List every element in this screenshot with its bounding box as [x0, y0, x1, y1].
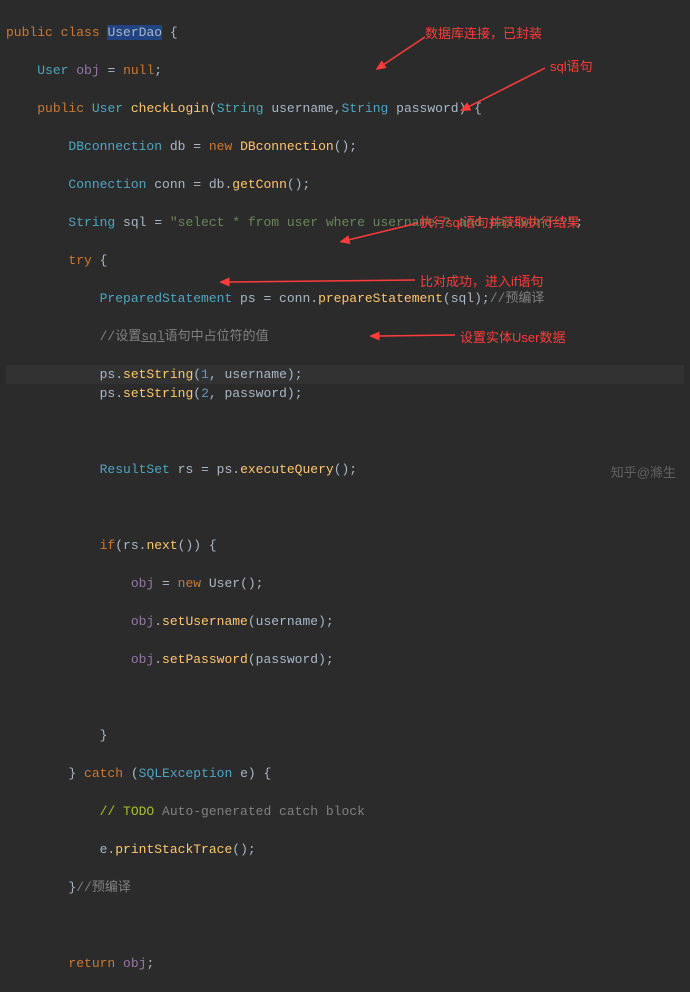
code-line: }//预编译 [6, 878, 684, 897]
code-line: String sql = "select * from user where u… [6, 213, 684, 232]
watermark: 知乎@滌生 [611, 463, 676, 482]
code-line: try { [6, 251, 684, 270]
code-line: // TODO Auto-generated catch block [6, 802, 684, 821]
code-line: public User checkLogin(String username,S… [6, 99, 684, 118]
code-line: User obj = null; [6, 61, 684, 80]
code-line: //设置sql语句中占位符的值 [6, 327, 684, 346]
code-line [6, 688, 684, 707]
code-line: public class UserDao { [6, 23, 684, 42]
code-line: obj = new User(); [6, 574, 684, 593]
code-line: } [6, 726, 684, 745]
code-line [6, 498, 684, 517]
code-line: } catch (SQLException e) { [6, 764, 684, 783]
code-line: obj.setUsername(username); [6, 612, 684, 631]
code-line: PreparedStatement ps = conn.prepareState… [6, 289, 684, 308]
code-line: ps.setString(2, password); [6, 384, 684, 403]
code-editor: public class UserDao { User obj = null; … [6, 4, 684, 992]
code-line [6, 916, 684, 935]
code-line: if(rs.next()) { [6, 536, 684, 555]
code-line: Connection conn = db.getConn(); [6, 175, 684, 194]
code-line: DBconnection db = new DBconnection(); [6, 137, 684, 156]
code-line: e.printStackTrace(); [6, 840, 684, 859]
code-line: ResultSet rs = ps.executeQuery(); [6, 460, 684, 479]
code-line: obj.setPassword(password); [6, 650, 684, 669]
code-line [6, 422, 684, 441]
code-line: ps.setString(1, username); [6, 365, 684, 384]
code-line: return obj; [6, 954, 684, 973]
